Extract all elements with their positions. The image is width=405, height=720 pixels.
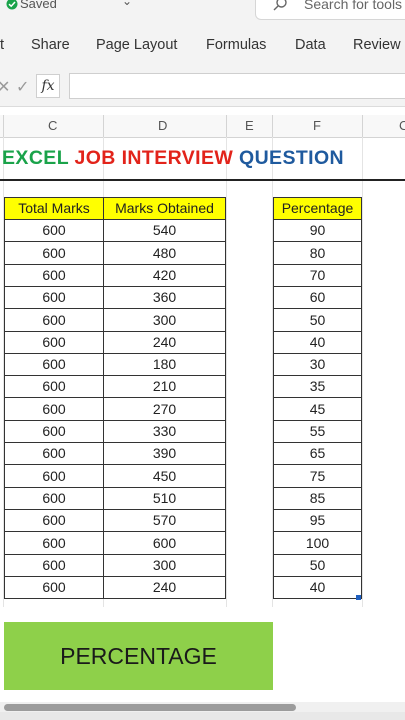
column-header-c[interactable]: C (48, 118, 57, 133)
column-separator (103, 115, 104, 137)
cell-total-marks[interactable]: 600 (4, 264, 104, 287)
heading-border (0, 179, 405, 181)
search-placeholder[interactable]: Search for tools (304, 0, 402, 12)
cell-marks-obtained[interactable]: 330 (103, 420, 226, 443)
cell-marks-obtained[interactable]: 570 (103, 509, 226, 532)
cell-percentage[interactable]: 80 (273, 241, 362, 265)
gridline (362, 137, 363, 607)
cell-percentage[interactable]: 85 (273, 487, 362, 510)
tab-share[interactable]: Share (31, 37, 70, 53)
cell-total-marks[interactable]: 600 (4, 531, 104, 555)
cell-percentage[interactable]: 75 (273, 464, 362, 488)
percentage-button[interactable]: PERCENTAGE (4, 622, 273, 690)
search-icon (273, 0, 287, 11)
cell-marks-obtained[interactable]: 240 (103, 331, 226, 354)
cell-percentage[interactable]: 40 (273, 331, 362, 354)
cell-total-marks[interactable]: 600 (4, 576, 104, 599)
cell-marks-obtained[interactable]: 420 (103, 264, 226, 287)
column-separator (226, 115, 227, 137)
cell-total-marks[interactable]: 600 (4, 241, 104, 265)
saved-check-icon (6, 0, 18, 10)
cell-percentage[interactable]: 50 (273, 308, 362, 332)
tab-review[interactable]: Review (353, 37, 401, 53)
column-header-e[interactable]: E (245, 118, 254, 133)
cell-total-marks[interactable]: 600 (4, 442, 104, 465)
cell-percentage[interactable]: 65 (273, 442, 362, 465)
confirm-check-icon[interactable]: ✓ (16, 77, 29, 97)
cell-marks-obtained[interactable]: 540 (103, 219, 226, 242)
cell-marks-obtained[interactable]: 360 (103, 286, 226, 309)
cell-total-marks[interactable]: 600 (4, 420, 104, 443)
cell-marks-obtained[interactable]: 210 (103, 375, 226, 398)
cell-marks-obtained[interactable]: 300 (103, 554, 226, 577)
cell-percentage[interactable]: 45 (273, 397, 362, 421)
cell-total-marks[interactable]: 600 (4, 286, 104, 309)
cell-percentage[interactable]: 30 (273, 353, 362, 376)
cell-marks-obtained[interactable]: 180 (103, 353, 226, 376)
cell-percentage[interactable]: 60 (273, 286, 362, 309)
tab-data[interactable]: Data (295, 37, 326, 53)
cell-marks-obtained[interactable]: 240 (103, 576, 226, 599)
header-percentage[interactable]: Percentage (273, 197, 362, 220)
cell-percentage[interactable]: 50 (273, 554, 362, 577)
tab-partial[interactable]: t (0, 37, 4, 53)
tab-formulas[interactable]: Formulas (206, 37, 266, 53)
cell-marks-obtained[interactable]: 600 (103, 531, 226, 555)
cell-total-marks[interactable]: 600 (4, 219, 104, 242)
scrollbar-thumb[interactable] (4, 704, 296, 711)
column-separator (272, 115, 273, 137)
insert-function-button[interactable]: fx (36, 74, 60, 98)
cell-percentage[interactable]: 40 (273, 576, 362, 599)
heading-part-excel: EXCEL (2, 147, 75, 169)
column-separator (362, 115, 363, 137)
cell-marks-obtained[interactable]: 270 (103, 397, 226, 421)
formula-input[interactable] (69, 73, 405, 99)
cell-total-marks[interactable]: 600 (4, 487, 104, 510)
saved-status: Saved (20, 0, 57, 11)
column-headers (0, 115, 405, 138)
cell-marks-obtained[interactable]: 390 (103, 442, 226, 465)
cell-total-marks[interactable]: 600 (4, 554, 104, 577)
cell-marks-obtained[interactable]: 450 (103, 464, 226, 488)
gridline (226, 137, 227, 607)
cell-percentage[interactable]: 90 (273, 219, 362, 242)
cell-percentage[interactable]: 95 (273, 509, 362, 532)
cell-marks-obtained[interactable]: 480 (103, 241, 226, 265)
cell-percentage[interactable]: 70 (273, 264, 362, 287)
heading-part-question: QUESTION (239, 147, 345, 169)
cell-percentage[interactable]: 35 (273, 375, 362, 398)
chevron-down-icon[interactable]: ⌄ (122, 0, 132, 8)
fill-handle[interactable] (356, 595, 361, 600)
column-header-d[interactable]: D (158, 118, 167, 133)
cell-marks-obtained[interactable]: 300 (103, 308, 226, 332)
column-header-f[interactable]: F (313, 118, 321, 133)
cell-total-marks[interactable]: 600 (4, 331, 104, 354)
bottom-bar (0, 712, 405, 720)
cancel-icon[interactable]: ✕ (0, 77, 10, 97)
heading-part-job-interview: JOB INTERVIEW (74, 147, 239, 169)
cell-total-marks[interactable]: 600 (4, 375, 104, 398)
cell-total-marks[interactable]: 600 (4, 464, 104, 488)
header-total-marks[interactable]: Total Marks (4, 197, 104, 220)
cell-total-marks[interactable]: 600 (4, 353, 104, 376)
cell-total-marks[interactable]: 600 (4, 397, 104, 421)
cell-total-marks[interactable]: 600 (4, 509, 104, 532)
header-marks-obtained[interactable]: Marks Obtained (103, 197, 226, 220)
cell-marks-obtained[interactable]: 510 (103, 487, 226, 510)
column-separator (3, 115, 4, 137)
cell-percentage[interactable]: 55 (273, 420, 362, 443)
sheet-heading: EXCEL JOB INTERVIEW QUESTION (2, 147, 344, 170)
cell-percentage[interactable]: 100 (273, 531, 362, 555)
column-header-next[interactable]: C (399, 118, 405, 133)
tab-page-layout[interactable]: Page Layout (96, 37, 177, 53)
cell-total-marks[interactable]: 600 (4, 308, 104, 332)
